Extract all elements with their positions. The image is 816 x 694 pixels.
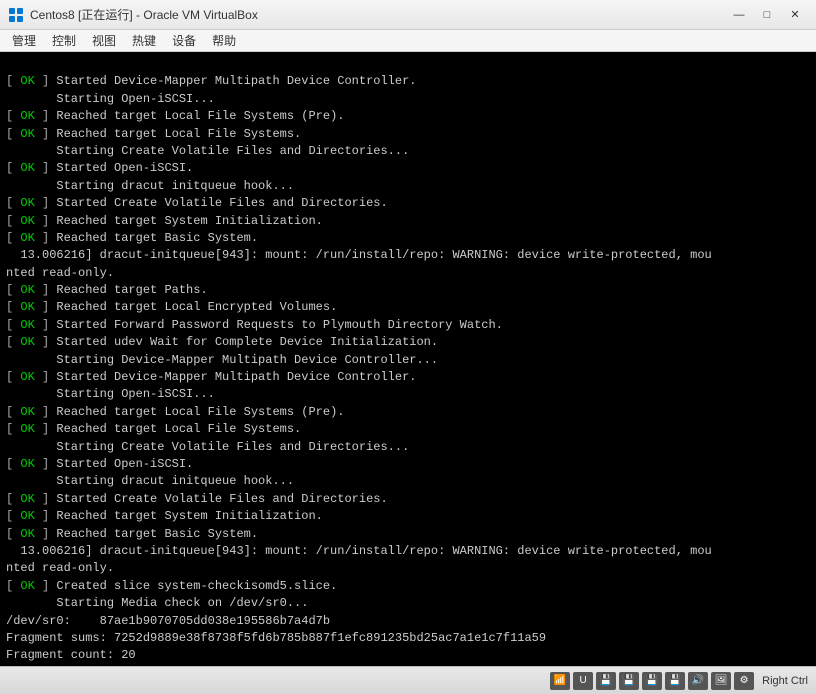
menu-control[interactable]: 控制 [44,30,84,51]
storage-icon-2: 💾 [619,672,639,690]
menu-manage[interactable]: 管理 [4,30,44,51]
menu-hotkey[interactable]: 热键 [124,30,164,51]
titlebar: Centos8 [正在运行] - Oracle VM VirtualBox — … [0,0,816,30]
storage-icon-1: 💾 [596,672,616,690]
app-icon [8,7,24,23]
menu-view[interactable]: 视图 [84,30,124,51]
console-output: [ OK ] Started Device-Mapper Multipath D… [0,52,816,666]
statusbar: 📶 U 💾 💾 💾 💾 🔊 🖼 ⚙ Right Ctrl [0,666,816,694]
window-title: Centos8 [正在运行] - Oracle VM VirtualBox [30,6,726,23]
storage-icon-4: 💾 [665,672,685,690]
minimize-button[interactable]: — [726,4,752,26]
audio-icon: 🔊 [688,672,708,690]
usb-icon: U [573,672,593,690]
display-icon: 🖼 [711,672,731,690]
storage-icon-3: 💾 [642,672,662,690]
menu-devices[interactable]: 设备 [164,30,204,51]
maximize-button[interactable]: □ [754,4,780,26]
vm-display[interactable]: [ OK ] Started Device-Mapper Multipath D… [0,52,816,666]
network-icon: 📶 [550,672,570,690]
menu-help[interactable]: 帮助 [204,30,244,51]
window-controls: — □ ✕ [726,4,808,26]
close-button[interactable]: ✕ [782,4,808,26]
menubar: 管理 控制 视图 热键 设备 帮助 [0,30,816,52]
right-ctrl-label: Right Ctrl [762,675,808,687]
settings-icon: ⚙ [734,672,754,690]
statusbar-icons: 📶 U 💾 💾 💾 💾 🔊 🖼 ⚙ [550,672,754,690]
